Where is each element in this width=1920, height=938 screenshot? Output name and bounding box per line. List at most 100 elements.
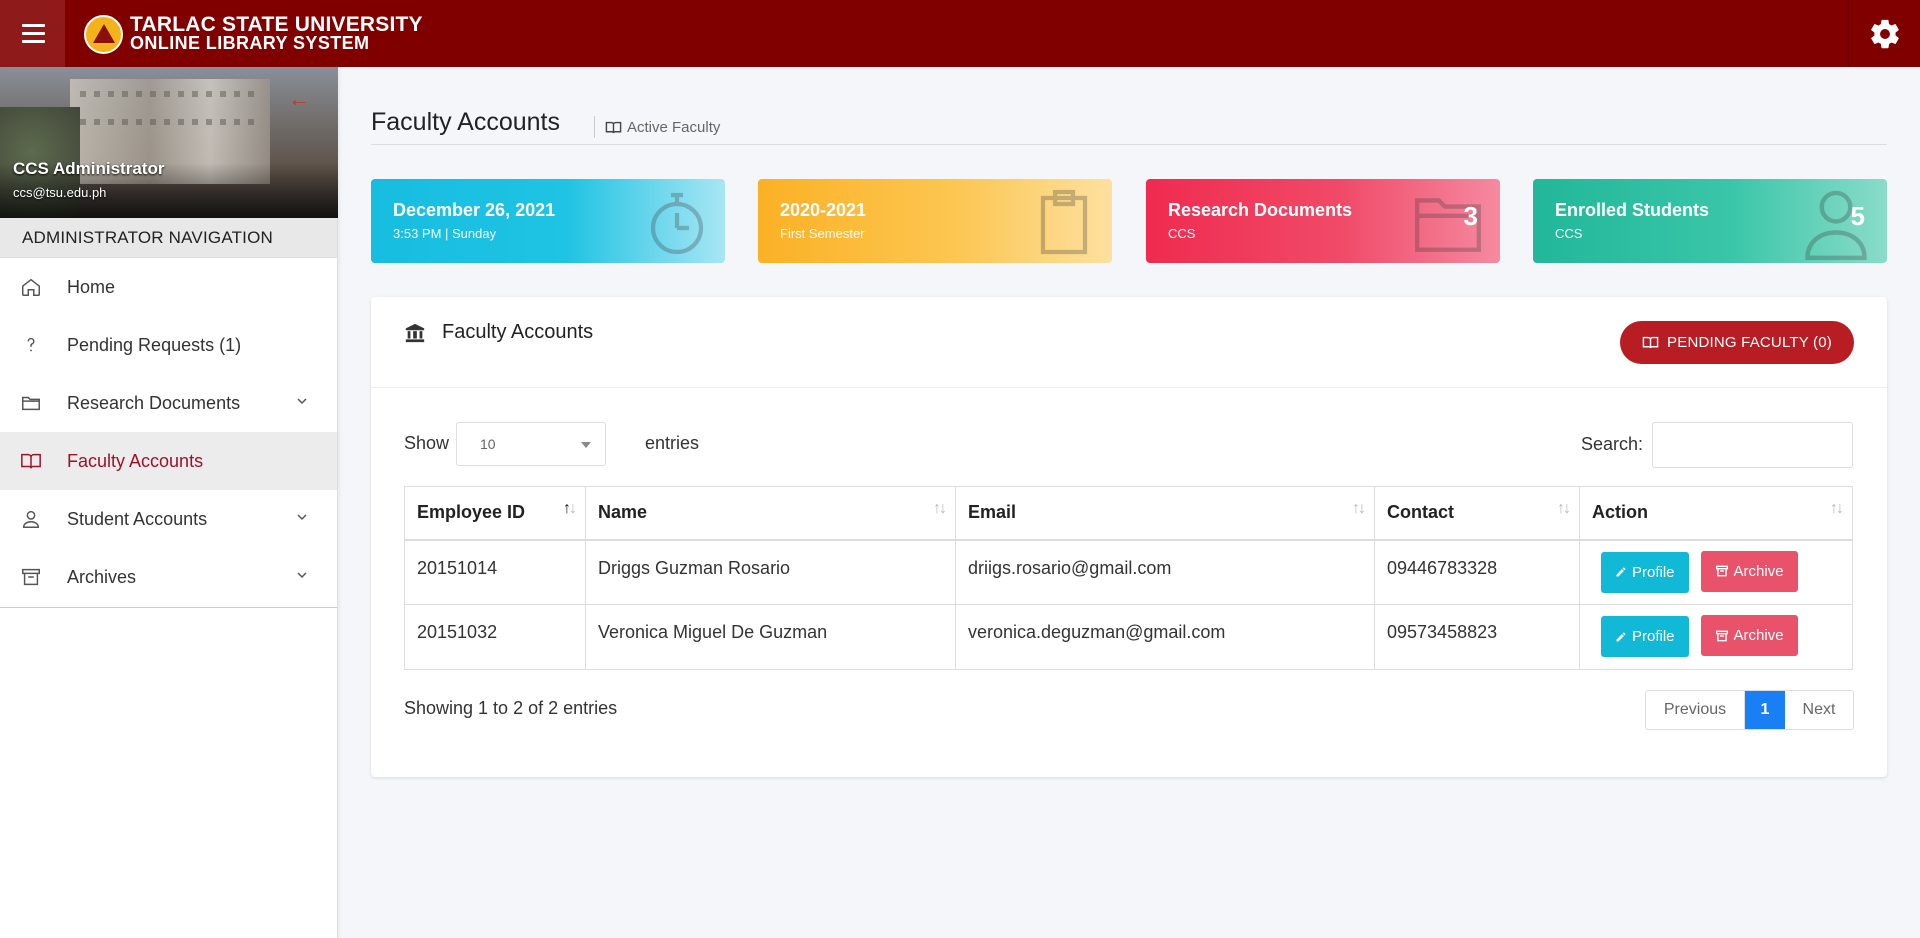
sidebar: ← CCS Administrator ccs@tsu.edu.ph ADMIN…: [0, 67, 338, 938]
settings-button[interactable]: [1848, 0, 1920, 67]
sidebar-item-faculty-accounts[interactable]: Faculty Accounts: [0, 432, 337, 490]
card-title: 2020-2021: [780, 200, 867, 220]
research-documents-card: Research Documents CCS 3: [1146, 179, 1500, 263]
card-subtitle: First Semester: [780, 226, 865, 241]
card-subtitle: 3:53 PM | Sunday: [393, 226, 497, 241]
profile-button-label: Profile: [1632, 563, 1675, 581]
faculty-table: Employee ID ↑↓ Name ↑↓ Email ↑↓ Contact ↑↓ A…: [404, 486, 1853, 670]
column-label: Contact: [1387, 502, 1454, 523]
cell-email: driigs.rosario@gmail.com: [955, 539, 1375, 605]
search-input[interactable]: [1652, 422, 1853, 468]
hamburger-icon: [22, 24, 45, 27]
archive-icon: [1715, 630, 1728, 641]
pagination: Previous 1 Next: [1645, 690, 1854, 730]
gear-icon: [1870, 19, 1899, 48]
column-label: Employee ID: [417, 502, 526, 523]
page-subtitle-text: Active Faculty: [627, 118, 721, 136]
faculty-accounts-panel: Faculty Accounts PENDING FACULTY (0) Sho…: [371, 297, 1887, 777]
search-label: Search:: [1581, 434, 1644, 454]
back-arrow-icon[interactable]: ←: [288, 86, 310, 112]
card-count: 3: [1463, 201, 1478, 231]
sort-icon: ↑↓: [1557, 500, 1571, 517]
entries-select[interactable]: 10: [456, 422, 606, 466]
table-header-row: Employee ID ↑↓ Name ↑↓ Email ↑↓ Contact ↑↓ A…: [404, 486, 1853, 541]
column-header-action[interactable]: Action ↑↓: [1579, 486, 1853, 541]
next-page-button[interactable]: Next: [1785, 691, 1853, 729]
clipboard-icon: [1040, 189, 1088, 255]
column-header-contact[interactable]: Contact ↑↓: [1374, 486, 1580, 541]
card-subtitle: CCS: [1555, 226, 1583, 241]
book-icon: [605, 121, 622, 133]
profile-button[interactable]: Profile: [1601, 616, 1689, 657]
sort-icon: ↑↓: [563, 500, 577, 517]
profile-button-label: Profile: [1632, 628, 1675, 645]
archive-button-label: Archive: [1733, 627, 1784, 644]
column-label: Email: [968, 502, 1017, 523]
sidebar-item-archives[interactable]: Archives: [0, 548, 337, 606]
panel-header: Faculty Accounts PENDING FACULTY (0): [371, 297, 1887, 388]
cell-employee-id: 20151014: [404, 539, 586, 605]
sort-icon: ↑↓: [1830, 500, 1844, 517]
card-count: 5: [1850, 201, 1865, 231]
cell-action: Profile Archive: [1579, 604, 1853, 670]
home-icon: [22, 278, 40, 296]
entries-select-value: 10: [480, 436, 496, 452]
nav-header: ADMINISTRATOR NAVIGATION: [0, 218, 337, 258]
hamburger-icon-bar: [22, 32, 45, 35]
hamburger-icon-bar: [22, 40, 45, 43]
card-title: December 26, 2021: [393, 200, 556, 220]
sidebar-item-label: Research Documents: [67, 393, 241, 413]
semester-card: 2020-2021 First Semester: [758, 179, 1112, 263]
cell-contact: 09573458823: [1374, 604, 1580, 670]
user-name: CCS Administrator: [13, 159, 165, 178]
page-title: Faculty Accounts: [371, 108, 560, 136]
sidebar-item-label: Student Accounts: [67, 509, 208, 529]
archive-button[interactable]: Archive: [1700, 615, 1798, 656]
brand-title: TARLAC STATE UNIVERSITY: [130, 13, 423, 36]
sidebar-item-research-documents[interactable]: Research Documents: [0, 374, 337, 432]
cell-name: Driggs Guzman Rosario: [585, 539, 956, 605]
page-1-button[interactable]: 1: [1745, 691, 1785, 729]
folder-icon: [22, 396, 40, 411]
cell-contact: 09446783328: [1374, 539, 1580, 605]
sort-icon: ↑↓: [1352, 500, 1366, 517]
cell-action: Profile Archive: [1579, 539, 1853, 605]
previous-page-button[interactable]: Previous: [1646, 691, 1745, 729]
pencil-icon: [1616, 631, 1626, 641]
book-icon: [1642, 336, 1659, 349]
sidebar-item-label: Pending Requests (1): [67, 335, 242, 355]
book-icon: [21, 453, 41, 469]
chevron-down-icon: [297, 398, 307, 405]
page-subtitle: Active Faculty: [594, 116, 720, 138]
sidebar-item-pending-requests[interactable]: Pending Requests (1): [0, 316, 337, 374]
column-header-employee-id[interactable]: Employee ID ↑↓: [404, 486, 586, 541]
pending-faculty-button[interactable]: PENDING FACULTY (0): [1620, 321, 1854, 364]
profile-button[interactable]: Profile: [1601, 551, 1689, 593]
column-header-name[interactable]: Name ↑↓: [585, 486, 956, 541]
sort-icon: ↑↓: [933, 500, 947, 517]
archive-button[interactable]: Archive: [1700, 550, 1798, 592]
column-header-email[interactable]: Email ↑↓: [955, 486, 1375, 541]
user-email: ccs@tsu.edu.ph: [13, 185, 107, 200]
cell-employee-id: 20151032: [404, 604, 586, 670]
university-logo: [84, 15, 123, 54]
question-icon: [27, 337, 35, 352]
brand: TARLAC STATE UNIVERSITY ONLINE LIBRARY S…: [130, 13, 423, 53]
entries-label: entries: [645, 433, 700, 453]
menu-toggle-button[interactable]: [0, 0, 65, 67]
card-subtitle: CCS: [1168, 226, 1196, 241]
date-card: December 26, 2021 3:53 PM | Sunday: [371, 179, 725, 263]
table-info: Showing 1 to 2 of 2 entries: [404, 698, 618, 718]
stopwatch-icon: [650, 192, 704, 255]
page-header: Faculty Accounts Active Faculty: [371, 108, 1887, 145]
brand-subtitle: ONLINE LIBRARY SYSTEM: [130, 33, 370, 53]
sidebar-item-home[interactable]: Home: [0, 258, 337, 316]
sidebar-item-student-accounts[interactable]: Student Accounts: [0, 490, 337, 548]
sidebar-item-label: Faculty Accounts: [67, 451, 204, 471]
enrolled-students-card: Enrolled Students CCS 5: [1533, 179, 1887, 263]
top-bar: TARLAC STATE UNIVERSITY ONLINE LIBRARY S…: [0, 0, 1920, 67]
table-row: 20151032 Veronica Miguel De Guzman veron…: [404, 604, 1853, 670]
archive-button-label: Archive: [1733, 562, 1784, 580]
caret-down-icon: [581, 442, 591, 448]
table-row: 20151014 Driggs Guzman Rosario driigs.ro…: [404, 539, 1853, 605]
